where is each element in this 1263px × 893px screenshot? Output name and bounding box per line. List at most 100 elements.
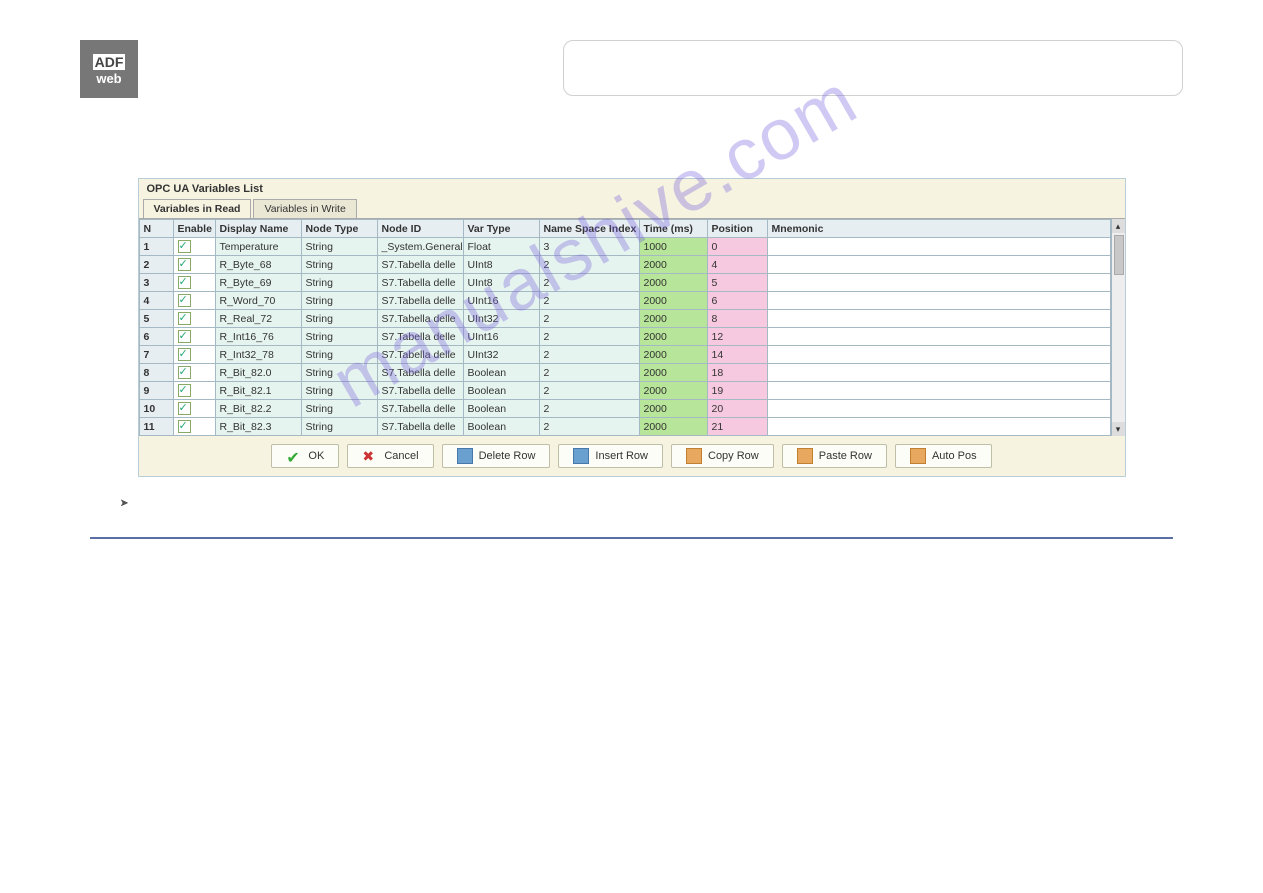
cell-mnemonic[interactable] [767, 274, 1110, 292]
checkbox-icon[interactable] [178, 402, 191, 415]
scroll-down-arrow-icon[interactable]: ▾ [1112, 422, 1125, 436]
cell-namespace[interactable]: 2 [539, 400, 639, 418]
cell-node-type[interactable]: String [301, 256, 377, 274]
checkbox-icon[interactable] [178, 348, 191, 361]
cell-enable[interactable] [173, 238, 215, 256]
cell-node-type[interactable]: String [301, 346, 377, 364]
cell-node-type[interactable]: String [301, 382, 377, 400]
cell-time[interactable]: 2000 [639, 292, 707, 310]
copy-row-button[interactable]: Copy Row [671, 444, 774, 468]
cell-var-type[interactable]: UInt8 [463, 274, 539, 292]
cell-namespace[interactable]: 2 [539, 382, 639, 400]
cell-time[interactable]: 1000 [639, 238, 707, 256]
insert-row-button[interactable]: Insert Row [558, 444, 663, 468]
cell-node-type[interactable]: String [301, 418, 377, 436]
cell-display-name[interactable]: R_Bit_82.0 [215, 364, 301, 382]
cell-mnemonic[interactable] [767, 346, 1110, 364]
checkbox-icon[interactable] [178, 330, 191, 343]
checkbox-icon[interactable] [178, 312, 191, 325]
table-row[interactable]: 8R_Bit_82.0StringS7.Tabella delleBoolean… [139, 364, 1110, 382]
cell-position[interactable]: 19 [707, 382, 767, 400]
ok-button[interactable]: ✔OK [271, 444, 339, 468]
cell-node-id[interactable]: S7.Tabella delle [377, 310, 463, 328]
cell-var-type[interactable]: Boolean [463, 400, 539, 418]
cell-mnemonic[interactable] [767, 382, 1110, 400]
cell-display-name[interactable]: R_Real_72 [215, 310, 301, 328]
cell-var-type[interactable]: UInt16 [463, 328, 539, 346]
cell-var-type[interactable]: UInt32 [463, 310, 539, 328]
cell-var-type[interactable]: UInt16 [463, 292, 539, 310]
cell-node-id[interactable]: _System.General.T [377, 238, 463, 256]
scrollbar[interactable]: ▴ ▾ [1111, 219, 1125, 436]
cell-position[interactable]: 6 [707, 292, 767, 310]
cell-namespace[interactable]: 2 [539, 274, 639, 292]
cell-time[interactable]: 2000 [639, 418, 707, 436]
cell-display-name[interactable]: Temperature [215, 238, 301, 256]
cell-display-name[interactable]: R_Bit_82.3 [215, 418, 301, 436]
cell-node-type[interactable]: String [301, 364, 377, 382]
tab-variables-read[interactable]: Variables in Read [143, 199, 252, 218]
cell-enable[interactable] [173, 274, 215, 292]
cell-mnemonic[interactable] [767, 418, 1110, 436]
checkbox-icon[interactable] [178, 420, 191, 433]
cell-var-type[interactable]: UInt8 [463, 256, 539, 274]
tab-variables-write[interactable]: Variables in Write [253, 199, 356, 218]
cell-node-id[interactable]: S7.Tabella delle [377, 346, 463, 364]
cell-mnemonic[interactable] [767, 328, 1110, 346]
cell-node-id[interactable]: S7.Tabella delle [377, 364, 463, 382]
cell-time[interactable]: 2000 [639, 382, 707, 400]
cell-node-id[interactable]: S7.Tabella delle [377, 382, 463, 400]
cell-display-name[interactable]: R_Bit_82.2 [215, 400, 301, 418]
cell-display-name[interactable]: R_Int16_76 [215, 328, 301, 346]
auto-pos-button[interactable]: Auto Pos [895, 444, 992, 468]
cell-var-type[interactable]: Boolean [463, 382, 539, 400]
cell-node-type[interactable]: String [301, 292, 377, 310]
cell-namespace[interactable]: 2 [539, 328, 639, 346]
checkbox-icon[interactable] [178, 384, 191, 397]
cell-display-name[interactable]: R_Int32_78 [215, 346, 301, 364]
variables-grid[interactable]: N Enable Display Name Node Type Node ID … [139, 219, 1111, 436]
table-row[interactable]: 3R_Byte_69StringS7.Tabella delleUInt8220… [139, 274, 1110, 292]
cell-namespace[interactable]: 2 [539, 256, 639, 274]
table-row[interactable]: 4R_Word_70StringS7.Tabella delleUInt1622… [139, 292, 1110, 310]
cell-enable[interactable] [173, 400, 215, 418]
table-row[interactable]: 5R_Real_72StringS7.Tabella delleUInt3222… [139, 310, 1110, 328]
cell-display-name[interactable]: R_Word_70 [215, 292, 301, 310]
cell-position[interactable]: 4 [707, 256, 767, 274]
checkbox-icon[interactable] [178, 240, 191, 253]
cell-node-id[interactable]: S7.Tabella delle [377, 418, 463, 436]
cell-time[interactable]: 2000 [639, 328, 707, 346]
checkbox-icon[interactable] [178, 366, 191, 379]
cell-node-type[interactable]: String [301, 328, 377, 346]
cell-node-id[interactable]: S7.Tabella delle [377, 400, 463, 418]
cell-node-id[interactable]: S7.Tabella delle [377, 292, 463, 310]
cell-position[interactable]: 12 [707, 328, 767, 346]
cell-var-type[interactable]: Boolean [463, 418, 539, 436]
cell-mnemonic[interactable] [767, 310, 1110, 328]
cell-position[interactable]: 5 [707, 274, 767, 292]
cell-display-name[interactable]: R_Byte_68 [215, 256, 301, 274]
cell-enable[interactable] [173, 418, 215, 436]
table-row[interactable]: 7R_Int32_78StringS7.Tabella delleUInt322… [139, 346, 1110, 364]
cell-node-id[interactable]: S7.Tabella delle [377, 256, 463, 274]
cell-namespace[interactable]: 2 [539, 310, 639, 328]
table-row[interactable]: 1TemperatureString_System.General.TFloat… [139, 238, 1110, 256]
table-row[interactable]: 11R_Bit_82.3StringS7.Tabella delleBoolea… [139, 418, 1110, 436]
checkbox-icon[interactable] [178, 258, 191, 271]
cell-node-type[interactable]: String [301, 274, 377, 292]
cell-enable[interactable] [173, 364, 215, 382]
cell-var-type[interactable]: Float [463, 238, 539, 256]
cancel-button[interactable]: ✖Cancel [347, 444, 433, 468]
cell-mnemonic[interactable] [767, 400, 1110, 418]
cell-position[interactable]: 21 [707, 418, 767, 436]
table-row[interactable]: 10R_Bit_82.2StringS7.Tabella delleBoolea… [139, 400, 1110, 418]
checkbox-icon[interactable] [178, 294, 191, 307]
cell-time[interactable]: 2000 [639, 400, 707, 418]
cell-display-name[interactable]: R_Byte_69 [215, 274, 301, 292]
table-row[interactable]: 9R_Bit_82.1StringS7.Tabella delleBoolean… [139, 382, 1110, 400]
cell-namespace[interactable]: 3 [539, 238, 639, 256]
scroll-up-arrow-icon[interactable]: ▴ [1112, 219, 1125, 233]
cell-node-type[interactable]: String [301, 400, 377, 418]
cell-var-type[interactable]: UInt32 [463, 346, 539, 364]
cell-time[interactable]: 2000 [639, 310, 707, 328]
